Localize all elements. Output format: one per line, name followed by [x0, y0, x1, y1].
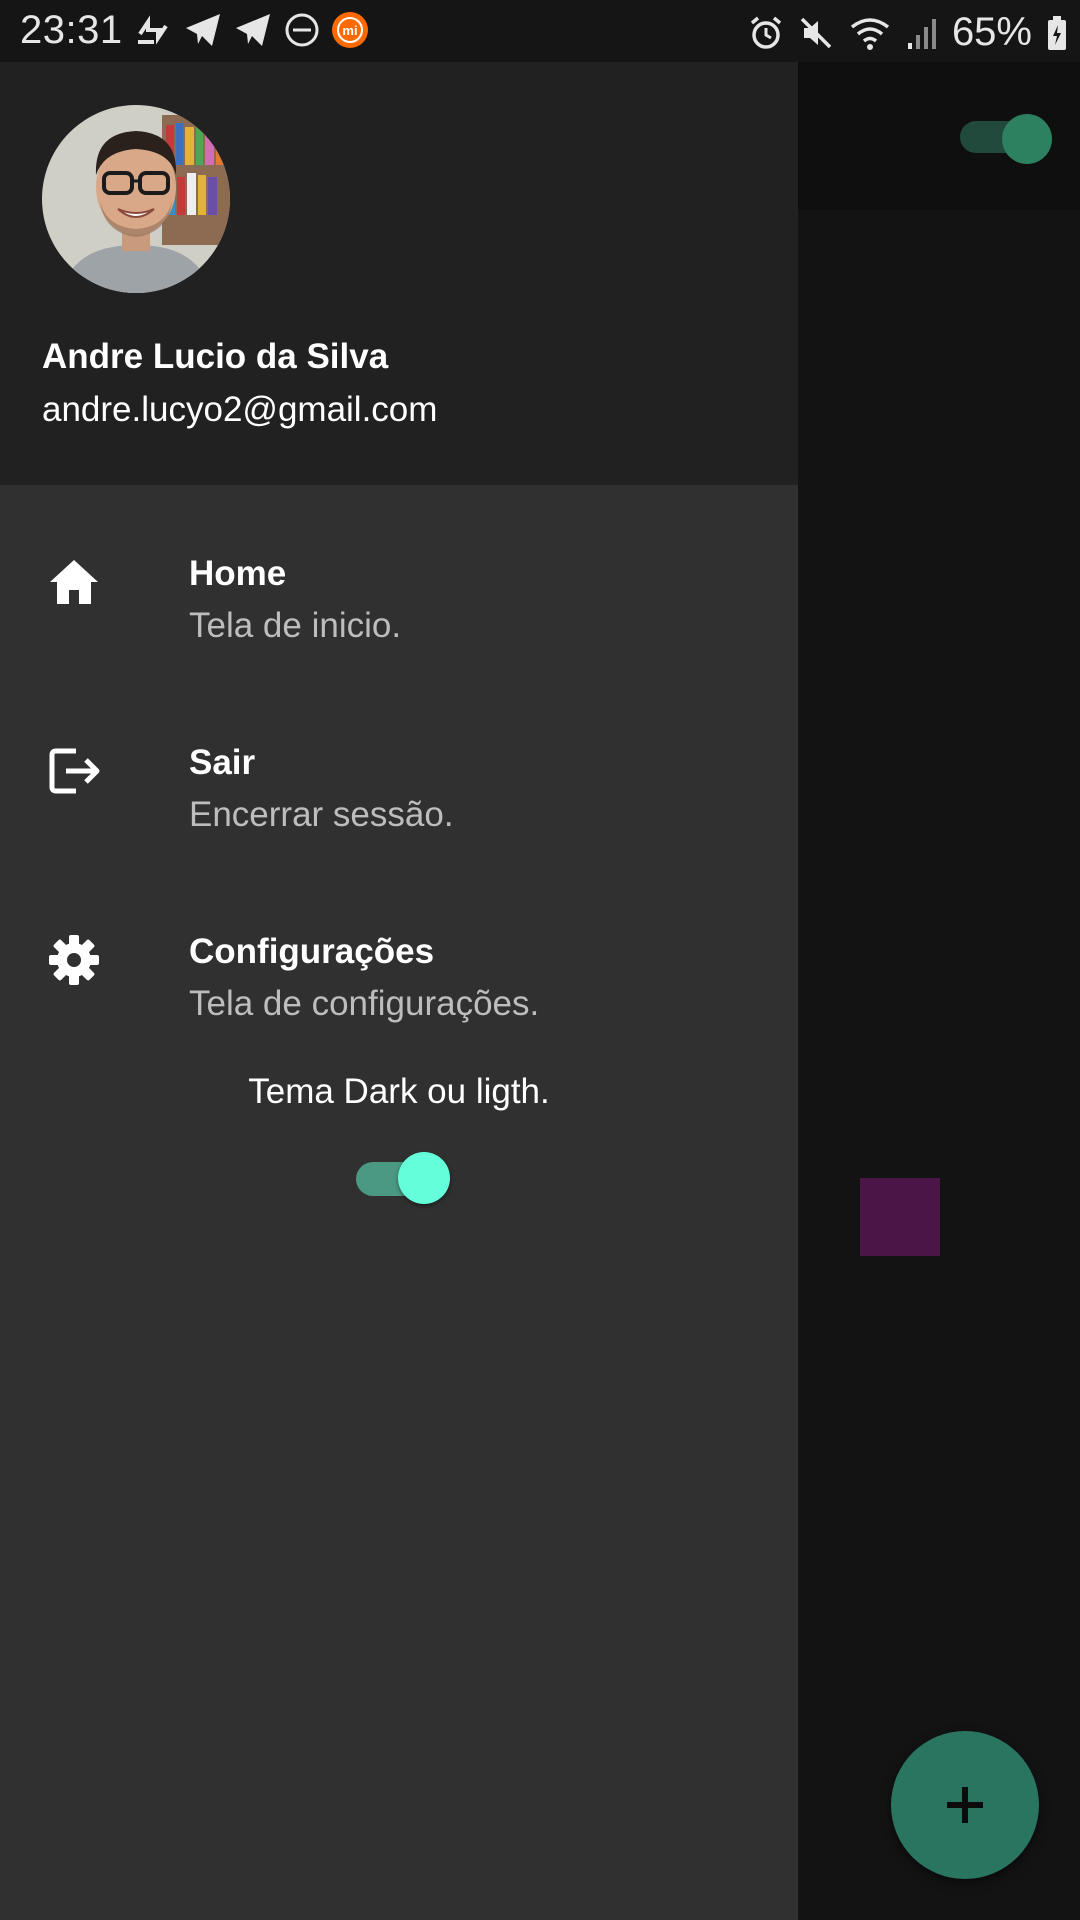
mute-icon — [800, 17, 832, 48]
user-email: andre.lucyo2@gmail.com — [42, 390, 438, 429]
sync-arrows-icon — [138, 15, 168, 45]
add-button[interactable] — [891, 1731, 1039, 1879]
logout-icon — [49, 748, 100, 794]
menu-item-subtitle: Encerrar sessão. — [189, 795, 454, 834]
telegram-icon — [236, 14, 270, 46]
alarm-icon — [750, 16, 782, 49]
status-time: 23:31 — [20, 8, 123, 52]
plus-icon — [947, 1787, 983, 1823]
navigation-drawer: Andre Lucio da Silva andre.lucyo2@gmail.… — [0, 62, 798, 1920]
purple-square — [860, 1178, 940, 1256]
gear-icon — [49, 935, 99, 985]
mi-app-icon: mi — [332, 12, 368, 48]
menu-item-title: Configurações — [189, 932, 435, 971]
switch-thumb — [1002, 114, 1052, 164]
menu-item-subtitle: Tela de inicio. — [189, 606, 402, 645]
theme-switch[interactable] — [354, 1150, 454, 1206]
wifi-icon — [850, 17, 890, 50]
menu-item-home[interactable]: Home Tela de inicio. — [0, 554, 798, 704]
menu-item-configuracoes[interactable]: Configurações Tela de configurações. — [0, 932, 798, 1082]
battery-percentage: 65% — [951, 10, 1032, 54]
menu-item-sair[interactable]: Sair Encerrar sessão. — [0, 743, 798, 893]
do-not-disturb-icon — [285, 13, 319, 47]
status-bar: 23:31 mi 65% — [0, 0, 1080, 62]
menu-item-subtitle: Tela de configurações. — [189, 984, 540, 1023]
menu-item-title: Home — [189, 554, 287, 593]
notification-icons: mi — [134, 12, 368, 48]
telegram-icon — [186, 14, 220, 46]
avatar[interactable] — [42, 105, 230, 293]
battery-icon — [1048, 15, 1066, 50]
system-icons: 65% — [748, 10, 1068, 55]
switch-thumb — [398, 1152, 450, 1204]
theme-label: Tema Dark ou ligth. — [248, 1072, 550, 1111]
home-icon — [50, 560, 98, 604]
drawer-header: Andre Lucio da Silva andre.lucyo2@gmail.… — [0, 62, 798, 485]
menu-item-title: Sair — [189, 743, 256, 782]
signal-icon — [907, 18, 936, 49]
app-bar-theme-switch[interactable] — [958, 114, 1054, 164]
user-name: Andre Lucio da Silva — [42, 337, 389, 376]
